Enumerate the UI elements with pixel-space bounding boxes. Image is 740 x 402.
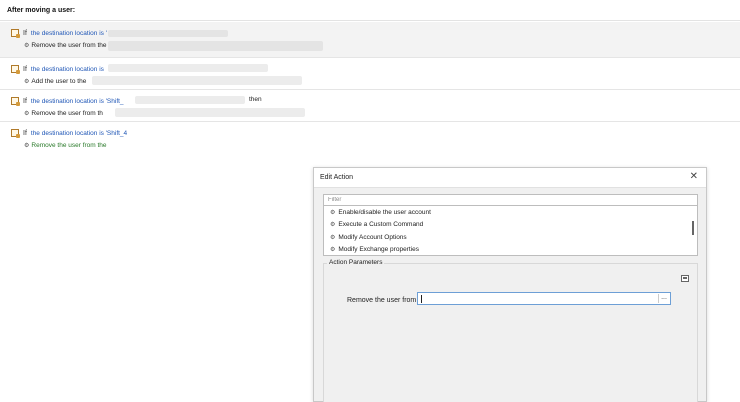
rule-icon — [11, 65, 20, 74]
gear-icon: ⚙ — [24, 110, 30, 117]
action-text: Remove the user from th — [31, 109, 103, 117]
gear-icon: ⚙ — [330, 234, 336, 241]
action-list-item-label: Execute a Custom Command — [338, 221, 424, 229]
action-list-item-label: Modify Exchange properties — [338, 246, 419, 254]
section-header: After moving a user: — [0, 0, 740, 21]
action-list: ⚙ Enable/disable the user account ⚙ Exec… — [323, 206, 698, 256]
action-list-item[interactable]: ⚙ Modify Exchange properties — [324, 244, 697, 256]
rule-condition-line: If the destination location is — [11, 64, 104, 74]
redacted-region — [135, 96, 245, 104]
rule-item[interactable]: If the destination location is ⚙ Add the… — [0, 58, 740, 90]
rule-action-line[interactable]: ⚙ Remove the user from the — [24, 40, 107, 50]
rule-icon — [11, 29, 20, 38]
text-caret — [421, 295, 422, 303]
dialog-title: Edit Action — [320, 174, 354, 181]
gear-icon: ⚙ — [24, 78, 30, 85]
gear-icon: ⚙ — [330, 247, 336, 254]
action-list-item[interactable]: ⚙ Enable/disable the user account — [324, 206, 697, 219]
if-keyword: If — [23, 65, 27, 73]
redacted-region — [92, 76, 302, 85]
list-scrollbar[interactable] — [692, 221, 694, 235]
remove-from-field[interactable]: ... — [417, 292, 671, 305]
filter-field[interactable] — [323, 194, 698, 206]
dialog-titlebar: Edit Action ✕ — [314, 168, 706, 188]
action-list-item[interactable]: ⚙ Modify Account Options — [324, 231, 697, 244]
condition-link[interactable]: the destination location is 'Shift_4 — [31, 130, 127, 137]
rule-item[interactable]: If the destination location is 'Shift_4 … — [0, 122, 740, 156]
action-parameters-group: Action Parameters Remove the user from .… — [323, 259, 698, 402]
rule-action-line[interactable]: ⚙ Remove the user from th — [24, 108, 103, 118]
edit-action-dialog: Edit Action ✕ ⚙ Enable/disable the user … — [313, 167, 707, 402]
rule-condition-line: If the destination location is 'Shift_ t… — [11, 96, 262, 106]
action-text: Add the user to the — [31, 77, 87, 85]
action-list-item-label: Modify Account Options — [338, 233, 407, 241]
redacted-region — [108, 30, 228, 37]
rule-action-line[interactable]: ⚙ Remove the user from the — [24, 140, 107, 150]
rule-icon — [11, 97, 20, 106]
redacted-region — [108, 41, 323, 51]
close-icon[interactable]: ✕ — [690, 171, 698, 182]
action-text: Remove the user from the — [31, 141, 107, 149]
then-keyword: then — [249, 96, 262, 103]
rule-item[interactable]: If the destination location is ' ⚙ Remov… — [0, 22, 740, 58]
rules-list: If the destination location is ' ⚙ Remov… — [0, 22, 740, 156]
condition-link[interactable]: the destination location is ' — [31, 30, 107, 37]
condition-link[interactable]: the destination location is 'Shift_ — [31, 98, 124, 105]
rule-action-line[interactable]: ⚙ Add the user to the — [24, 76, 86, 86]
condition-link[interactable]: the destination location is — [31, 66, 104, 73]
gear-icon: ⚙ — [24, 42, 30, 49]
action-list-item-label: Enable/disable the user account — [338, 208, 431, 216]
gear-icon: ⚙ — [24, 142, 30, 149]
browse-button[interactable]: ... — [658, 294, 669, 303]
filter-input[interactable] — [324, 195, 697, 205]
action-text: Remove the user from the — [31, 41, 107, 49]
if-keyword: If — [23, 129, 27, 137]
gear-icon: ⚙ — [330, 209, 336, 216]
parameters-icon[interactable] — [681, 275, 689, 282]
if-keyword: If — [23, 97, 27, 105]
section-title: After moving a user: — [7, 7, 76, 14]
action-list-item[interactable]: ⚙ Execute a Custom Command — [324, 219, 697, 232]
rule-condition-line: If the destination location is 'Shift_4 — [11, 128, 127, 138]
rule-item[interactable]: If the destination location is 'Shift_ t… — [0, 90, 740, 122]
rule-condition-line: If the destination location is ' — [11, 28, 107, 38]
redacted-region — [115, 108, 305, 117]
group-label: Action Parameters — [327, 259, 385, 266]
remove-from-input[interactable] — [418, 293, 670, 304]
if-keyword: If — [23, 29, 27, 37]
rule-icon — [11, 129, 20, 138]
redacted-region — [108, 64, 268, 72]
gear-icon: ⚙ — [330, 222, 336, 229]
field-label: Remove the user from — [347, 297, 417, 304]
